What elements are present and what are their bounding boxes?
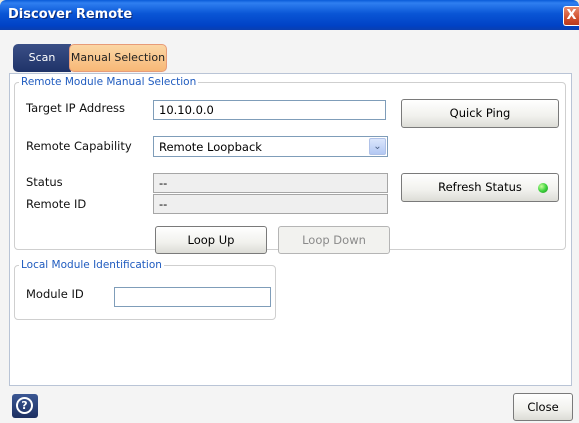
window-close-icon[interactable]: X (563, 6, 579, 26)
remote-id-label: Remote ID (26, 197, 87, 211)
tab-bar: Scan Manual Selection (13, 44, 167, 72)
local-module-legend: Local Module Identification (21, 259, 162, 271)
target-ip-label: Target IP Address (26, 101, 126, 115)
remote-capability-label: Remote Capability (26, 139, 132, 153)
tab-scan[interactable]: Scan (13, 44, 71, 72)
refresh-status-label: Refresh Status (438, 180, 522, 194)
discover-remote-window: Discover Remote X Scan Manual Selection … (0, 0, 579, 423)
status-field: -- (153, 173, 388, 193)
refresh-status-button[interactable]: Refresh Status (401, 173, 559, 202)
remote-capability-value: Remote Loopback (159, 140, 262, 154)
remote-capability-select[interactable]: Remote Loopback ⌄ (153, 136, 388, 157)
status-label: Status (26, 175, 63, 189)
close-button[interactable]: Close (513, 393, 573, 421)
tab-manual-selection[interactable]: Manual Selection (69, 44, 167, 72)
chevron-down-icon[interactable]: ⌄ (369, 138, 386, 155)
quick-ping-button[interactable]: Quick Ping (401, 99, 559, 128)
window-title: Discover Remote (8, 7, 133, 22)
loop-up-button[interactable]: Loop Up (155, 226, 267, 254)
manual-selection-panel: Remote Module Manual Selection Target IP… (9, 73, 572, 386)
target-ip-input[interactable]: 10.10.0.0 (153, 100, 386, 120)
dialog-client-area: Scan Manual Selection Remote Module Manu… (0, 30, 579, 423)
status-led-icon (538, 183, 548, 193)
remote-id-field: -- (153, 194, 388, 214)
remote-module-legend: Remote Module Manual Selection (21, 76, 197, 88)
help-icon: ? (16, 397, 33, 414)
help-button[interactable]: ? (12, 394, 38, 418)
loop-down-button[interactable]: Loop Down (278, 226, 390, 254)
title-bar: Discover Remote X (0, 0, 579, 30)
module-id-label: Module ID (26, 287, 84, 301)
footer-bar: ? Close (0, 387, 579, 423)
module-id-input[interactable] (114, 287, 271, 307)
